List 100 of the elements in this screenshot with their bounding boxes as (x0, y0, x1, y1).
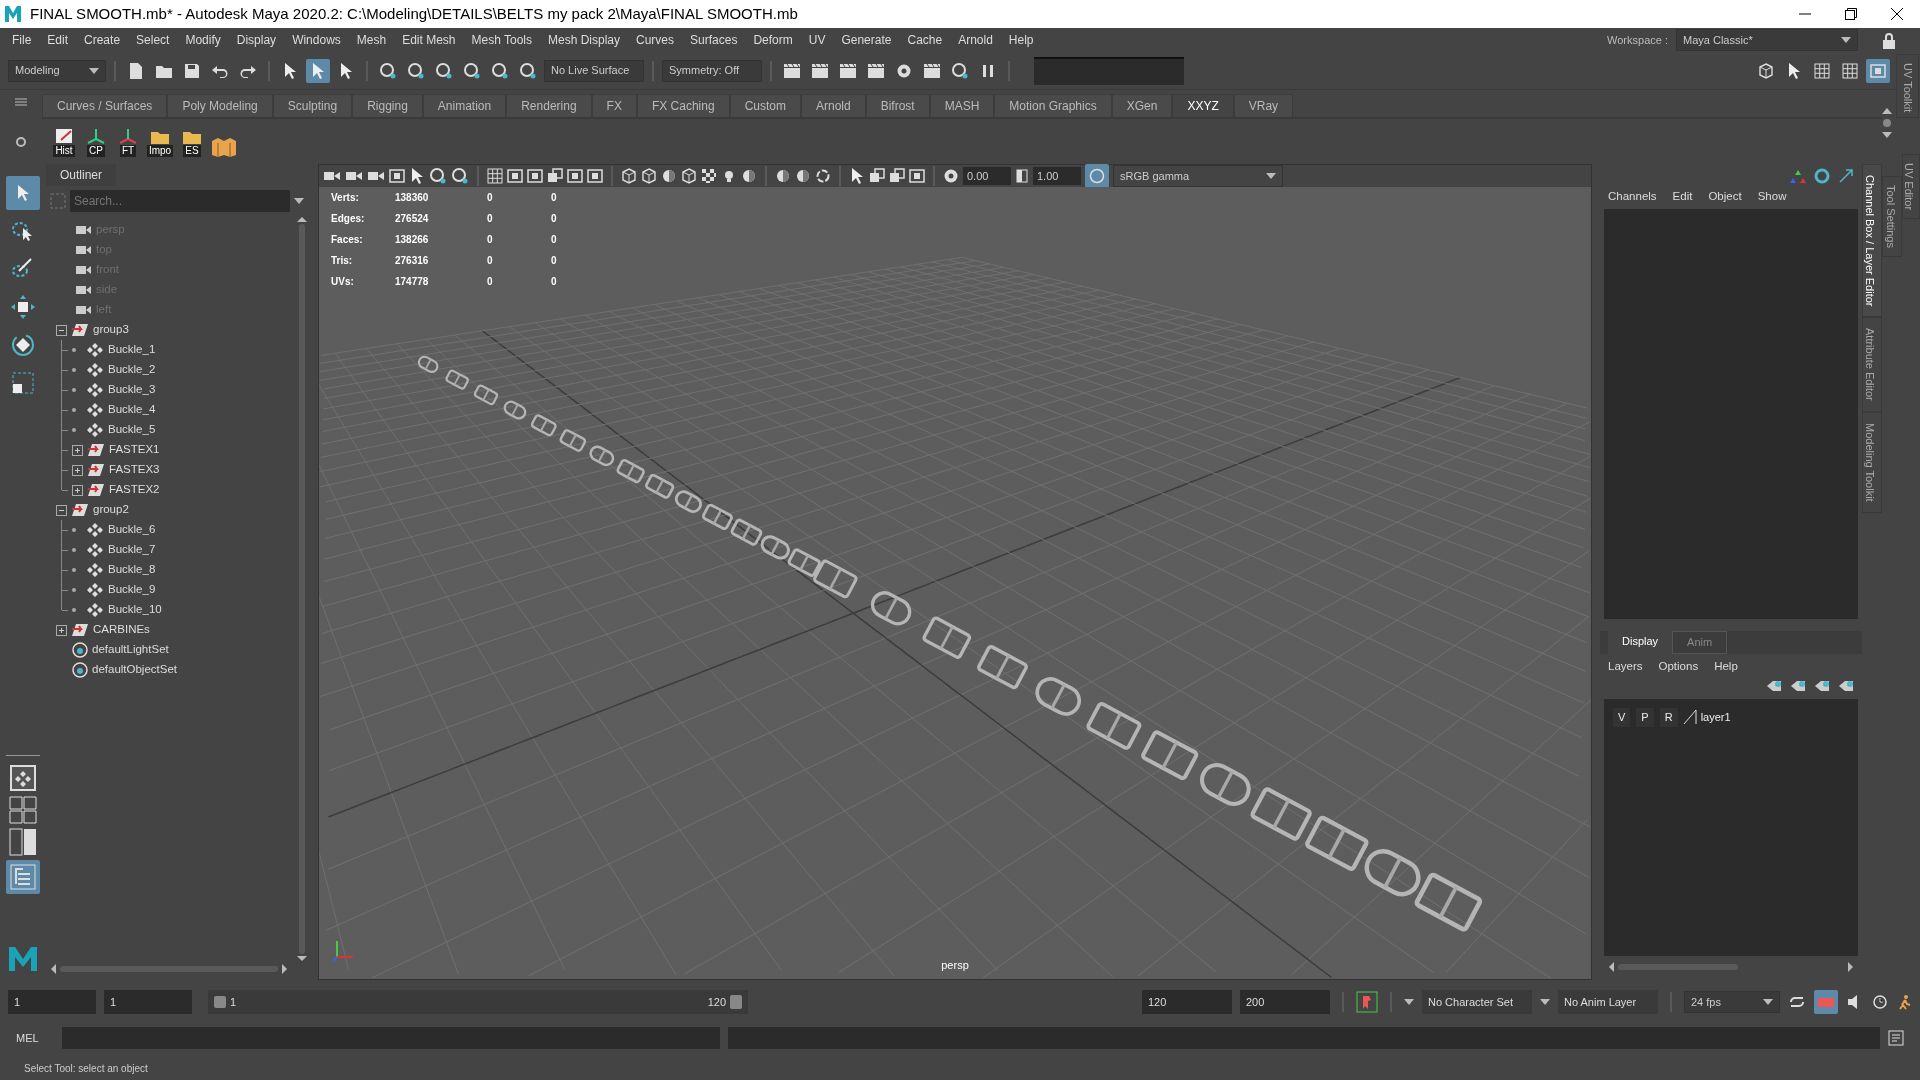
menu-item[interactable]: Generate (833, 31, 900, 49)
shelf-tab[interactable]: Poly Modeling (167, 94, 273, 117)
snap-icon[interactable] (491, 61, 509, 80)
shelf-tab[interactable]: MASH (929, 94, 995, 117)
clapperboard-icon[interactable] (839, 62, 857, 79)
menu-item[interactable]: Cache (899, 31, 951, 49)
boxes-icon[interactable] (211, 137, 237, 157)
gamma-field[interactable]: 1.00 (1033, 166, 1081, 186)
save-icon[interactable] (184, 62, 200, 79)
shelf-tab[interactable]: Rendering (506, 94, 592, 117)
frame-icon[interactable] (587, 168, 603, 184)
expand-icon[interactable] (72, 485, 83, 497)
menu-item[interactable]: Surfaces (682, 31, 746, 49)
outliner-item[interactable]: Buckle_2 (108, 361, 156, 379)
menu-item[interactable]: Layers (1608, 657, 1643, 675)
cursor-icon[interactable] (849, 167, 865, 185)
snap-icon[interactable] (435, 61, 453, 80)
menu-item[interactable]: Edit (39, 31, 77, 49)
outliner-item[interactable]: Buckle_7 (108, 541, 156, 559)
clapperboard-icon[interactable] (867, 62, 885, 79)
camera-icon[interactable] (323, 169, 341, 183)
outliner-item[interactable]: Buckle_6 (108, 521, 156, 539)
shelf-tab[interactable]: Motion Graphics (994, 94, 1112, 117)
menu-item[interactable]: Object (1708, 188, 1742, 206)
shelf-tab[interactable]: Sculpting (272, 94, 353, 117)
grid-icon[interactable] (487, 168, 503, 184)
outliner-item[interactable]: defaultLightSet (92, 641, 169, 659)
shelf-tab[interactable]: Bifrost (865, 94, 930, 117)
cube-icon[interactable] (621, 168, 637, 184)
command-input[interactable] (62, 1027, 720, 1049)
snap-icon[interactable] (379, 61, 397, 80)
axes-icon[interactable] (1790, 168, 1806, 184)
running-figure-icon[interactable] (1896, 994, 1912, 1010)
pause-icon[interactable] (981, 62, 995, 79)
shelf-tab[interactable]: VRay (1233, 94, 1294, 117)
menu-item[interactable]: Edit Mesh (394, 31, 464, 49)
frame-icon[interactable] (567, 168, 583, 184)
exposure-field[interactable]: 0.00 (963, 166, 1011, 186)
menu-item[interactable]: Show (1757, 188, 1787, 206)
menu-item[interactable]: Options (1658, 657, 1699, 675)
outliner-item[interactable]: Buckle_3 (108, 381, 156, 399)
undo-icon[interactable] (211, 63, 229, 78)
menu-item[interactable]: Mesh Tools (463, 31, 540, 49)
range-handle[interactable] (730, 995, 742, 1009)
outliner-item[interactable]: FASTEX2 (109, 481, 160, 499)
overlap-squares-icon[interactable] (869, 168, 885, 184)
outliner-item[interactable]: group2 (93, 501, 129, 519)
outliner-item[interactable]: Buckle_1 (108, 341, 156, 359)
collapse-icon[interactable] (56, 325, 67, 337)
loop-icon[interactable] (1788, 995, 1806, 1009)
menu-item[interactable]: Modify (177, 31, 229, 49)
layer-flag-button[interactable]: R (1658, 707, 1679, 728)
live-surface-field[interactable]: No Live Surface (544, 59, 644, 82)
overlap-squares-icon[interactable] (889, 168, 905, 184)
frame-icon[interactable] (507, 168, 523, 184)
frame-icon[interactable] (389, 168, 405, 184)
resize-icon[interactable] (1838, 168, 1854, 184)
outliner-item[interactable]: CARBINEs (93, 621, 150, 639)
shelf-tab[interactable]: Rigging (352, 94, 423, 117)
cursor-icon[interactable] (282, 61, 298, 80)
anim-layer-field[interactable]: No Anim Layer (1558, 990, 1658, 1014)
shelf-tab[interactable]: Arnold (800, 94, 866, 117)
timer-icon[interactable] (1872, 994, 1888, 1010)
sphere-icon[interactable] (775, 168, 791, 184)
snap-icon[interactable] (463, 61, 481, 80)
sphere-icon[interactable] (661, 168, 677, 184)
outliner-item[interactable]: Buckle_8 (108, 561, 156, 579)
menu-item[interactable]: Channels (1608, 188, 1657, 206)
move-icon[interactable] (11, 295, 35, 319)
command-language[interactable]: MEL (16, 1029, 54, 1047)
grid-icon[interactable] (1814, 62, 1830, 79)
menu-item[interactable]: Windows (284, 31, 349, 49)
expand-icon[interactable] (56, 625, 67, 637)
camera-icon[interactable] (367, 169, 385, 183)
scroll-down-icon[interactable] (297, 956, 307, 962)
menu-set-dropdown[interactable]: Modeling (8, 59, 106, 82)
layer-flag-button[interactable]: V (1612, 707, 1632, 728)
symmetry-field[interactable]: Symmetry: Off (662, 59, 762, 82)
menu-item[interactable]: UV (800, 31, 834, 49)
shelf-tab[interactable]: FX (591, 94, 637, 117)
rotate-icon[interactable] (11, 333, 35, 357)
outliner-item[interactable]: Buckle_9 (108, 581, 156, 599)
menu-item[interactable]: Curves (628, 31, 683, 49)
panel-tab[interactable]: Channel Box / Layer Editor (1862, 164, 1882, 318)
outliner-item[interactable]: FASTEX1 (109, 441, 160, 459)
frame-icon[interactable] (909, 168, 925, 184)
redo-icon[interactable] (239, 63, 257, 78)
shelf-tab[interactable]: Custom (729, 94, 801, 117)
outliner-item[interactable]: defaultObjectSet (92, 661, 178, 679)
menu-icon[interactable] (15, 98, 27, 106)
expand-icon[interactable] (72, 465, 83, 477)
sphere-icon[interactable] (741, 168, 757, 184)
layer-editor-tab[interactable]: Display (1608, 631, 1673, 654)
scale-icon[interactable] (11, 371, 35, 395)
clapperboard-icon[interactable] (923, 62, 941, 79)
range-handle[interactable] (214, 996, 226, 1008)
overlap-squares-icon[interactable] (547, 168, 563, 184)
snap-icon[interactable] (519, 61, 537, 80)
color-space-dropdown[interactable]: sRGB gamma (1113, 165, 1283, 187)
scroll-right-icon[interactable] (1848, 962, 1854, 972)
